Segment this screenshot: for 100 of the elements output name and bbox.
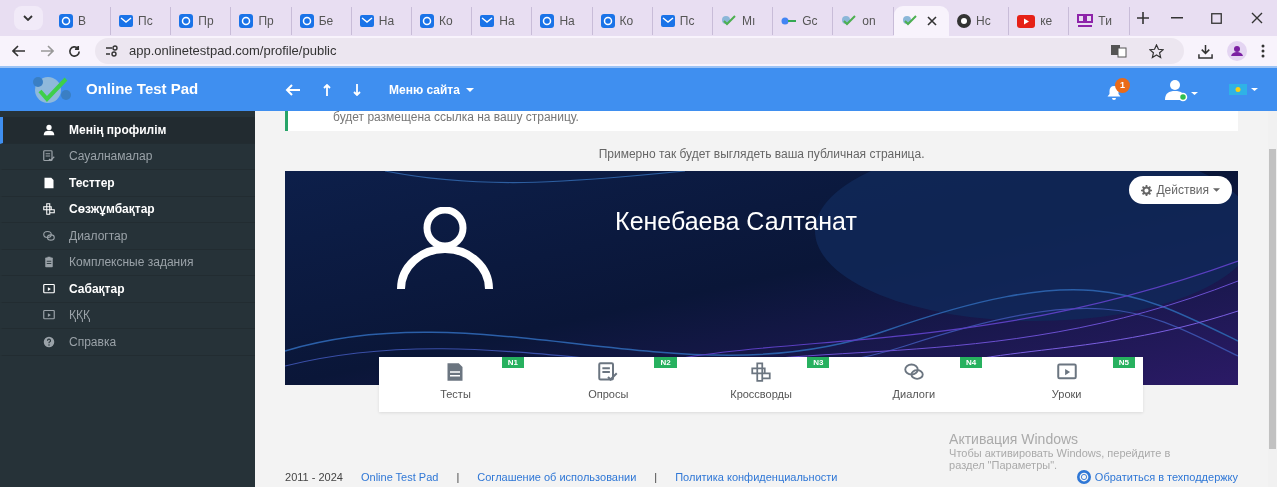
user-icon	[43, 123, 55, 136]
survey-icon	[598, 361, 619, 382]
download-icon[interactable]	[1198, 43, 1213, 59]
user-avatar-icon[interactable]	[1163, 77, 1199, 102]
sidebar-item[interactable]: Менің профилім	[0, 117, 256, 144]
sidebar-item[interactable]: Тесттер	[0, 170, 256, 197]
separator: |	[654, 469, 658, 485]
number-badge: N5	[1112, 357, 1136, 368]
number-badge: N2	[654, 357, 677, 368]
reload-icon[interactable]	[68, 44, 81, 58]
browser-tab[interactable]: Gc	[773, 7, 834, 35]
number-badge: N1	[501, 357, 524, 368]
help-icon	[43, 335, 55, 348]
footer-link[interactable]: Политика конфиденциальности	[675, 468, 838, 485]
envelope-icon	[480, 14, 495, 28]
notice-text: будет размещена ссылка на вашу страницу.	[285, 111, 1239, 131]
section-link[interactable]: N5 Уроки	[990, 357, 1144, 412]
translate-icon[interactable]	[1111, 44, 1127, 58]
site-menu-dropdown[interactable]: Меню сайта	[383, 79, 480, 100]
browser-tab[interactable]: Пс	[652, 7, 713, 35]
support-link[interactable]: Обратиться в техподдержку	[1076, 468, 1239, 485]
speech-bubbles-icon	[903, 361, 924, 382]
play-icon	[1017, 14, 1036, 28]
globe-icon	[956, 14, 971, 28]
sidebar-item[interactable]: Сөзжұмбақтар	[0, 196, 256, 223]
site-settings-icon[interactable]	[105, 45, 119, 57]
browser-tab[interactable]: Ко	[592, 7, 653, 35]
maximize-icon	[1211, 12, 1223, 24]
up-arrow-icon[interactable]	[323, 83, 331, 96]
qr-icon	[1077, 14, 1094, 28]
clipboard-icon	[43, 256, 55, 269]
browser-tab[interactable]: Бе	[291, 7, 352, 35]
browser-tab[interactable]: В	[50, 7, 112, 35]
activation-text: раздел "Параметры".	[949, 459, 1058, 471]
email-icon	[179, 14, 194, 28]
caret-icon	[465, 87, 474, 92]
envelope-icon	[359, 14, 374, 28]
envelope-icon	[660, 14, 675, 28]
email-icon	[420, 14, 435, 28]
document-icon	[43, 176, 55, 189]
browser-tab[interactable]: Пс	[111, 7, 172, 35]
screen-icon	[43, 282, 55, 295]
browser-tab[interactable]: on	[833, 7, 894, 35]
section-link[interactable]: N2 Опросы	[531, 357, 685, 412]
key-icon	[781, 16, 798, 26]
browser-tab[interactable]: Ко	[412, 7, 473, 35]
document-icon	[445, 361, 466, 382]
section-link[interactable]: N1 Тесты	[379, 357, 532, 412]
email-icon	[239, 14, 254, 28]
checkmark-logo-icon	[901, 14, 918, 28]
profile-icon[interactable]	[1227, 41, 1247, 61]
menu-icon[interactable]	[1261, 44, 1265, 58]
browser-tab[interactable]: Пр	[171, 7, 232, 35]
preview-caption: Примерно так будет выглядеть ваша публичная страница.	[597, 146, 926, 163]
email-icon	[540, 14, 555, 28]
footer-link[interactable]: Соглашение об использовании	[477, 468, 637, 485]
footer-link[interactable]: Online Test Pad	[360, 468, 439, 485]
brand-name[interactable]: Online Test Pad	[86, 78, 199, 101]
browser-tab[interactable]: ке	[1009, 7, 1070, 35]
chevron-icon	[23, 15, 34, 21]
minimize-icon	[1170, 17, 1183, 19]
flag-icon[interactable]	[1229, 83, 1259, 96]
survey-icon	[43, 150, 55, 163]
actions-dropdown[interactable]: Действия	[1129, 176, 1233, 204]
section-link[interactable]: N3 Кроссворды	[684, 357, 838, 412]
user-avatar-icon	[395, 207, 496, 291]
sidebar-item[interactable]: Сабақтар	[0, 276, 256, 303]
browser-tab[interactable]: На	[351, 7, 413, 35]
notification-count: 1	[1115, 77, 1130, 93]
email-icon	[299, 14, 314, 28]
activation-title: Активация Windows	[949, 431, 1080, 447]
browser-tab[interactable]: Нс	[948, 7, 1010, 35]
email-icon	[600, 14, 615, 28]
grid-icon	[751, 361, 772, 382]
down-arrow-icon[interactable]	[353, 83, 361, 96]
bell-icon[interactable]	[1107, 84, 1121, 100]
browser-tab[interactable]: Мı	[712, 7, 774, 35]
browser-tab[interactable]: На	[532, 7, 593, 35]
number-badge: N3	[807, 357, 830, 368]
gear-icon	[1141, 184, 1153, 196]
browser-tab[interactable]: На	[472, 7, 533, 35]
email-icon	[58, 14, 73, 28]
close-icon[interactable]	[926, 16, 937, 26]
star-icon[interactable]	[1149, 43, 1164, 59]
forward-icon[interactable]	[40, 45, 54, 57]
browser-tab[interactable]: Пр	[231, 7, 292, 35]
activation-text: Чтобы активировать Windows, перейдите в	[949, 447, 1171, 459]
browser-tab[interactable]: Ти	[1069, 7, 1130, 35]
back-icon[interactable]	[12, 45, 26, 57]
tab-search-button[interactable]	[14, 6, 43, 30]
scrollbar-thumb[interactable]	[1269, 149, 1277, 449]
separator: |	[456, 469, 460, 485]
envelope-icon	[119, 14, 134, 28]
checkmark-logo-icon	[720, 14, 737, 28]
back-arrow-icon[interactable]	[285, 83, 301, 96]
section-link[interactable]: N4 Диалоги	[837, 357, 991, 412]
speech-bubbles-icon	[43, 229, 55, 242]
grid-icon	[43, 203, 55, 216]
plus-icon	[1137, 12, 1150, 24]
address-field[interactable]: app.onlinetestpad.com/profile/public	[95, 38, 1184, 64]
